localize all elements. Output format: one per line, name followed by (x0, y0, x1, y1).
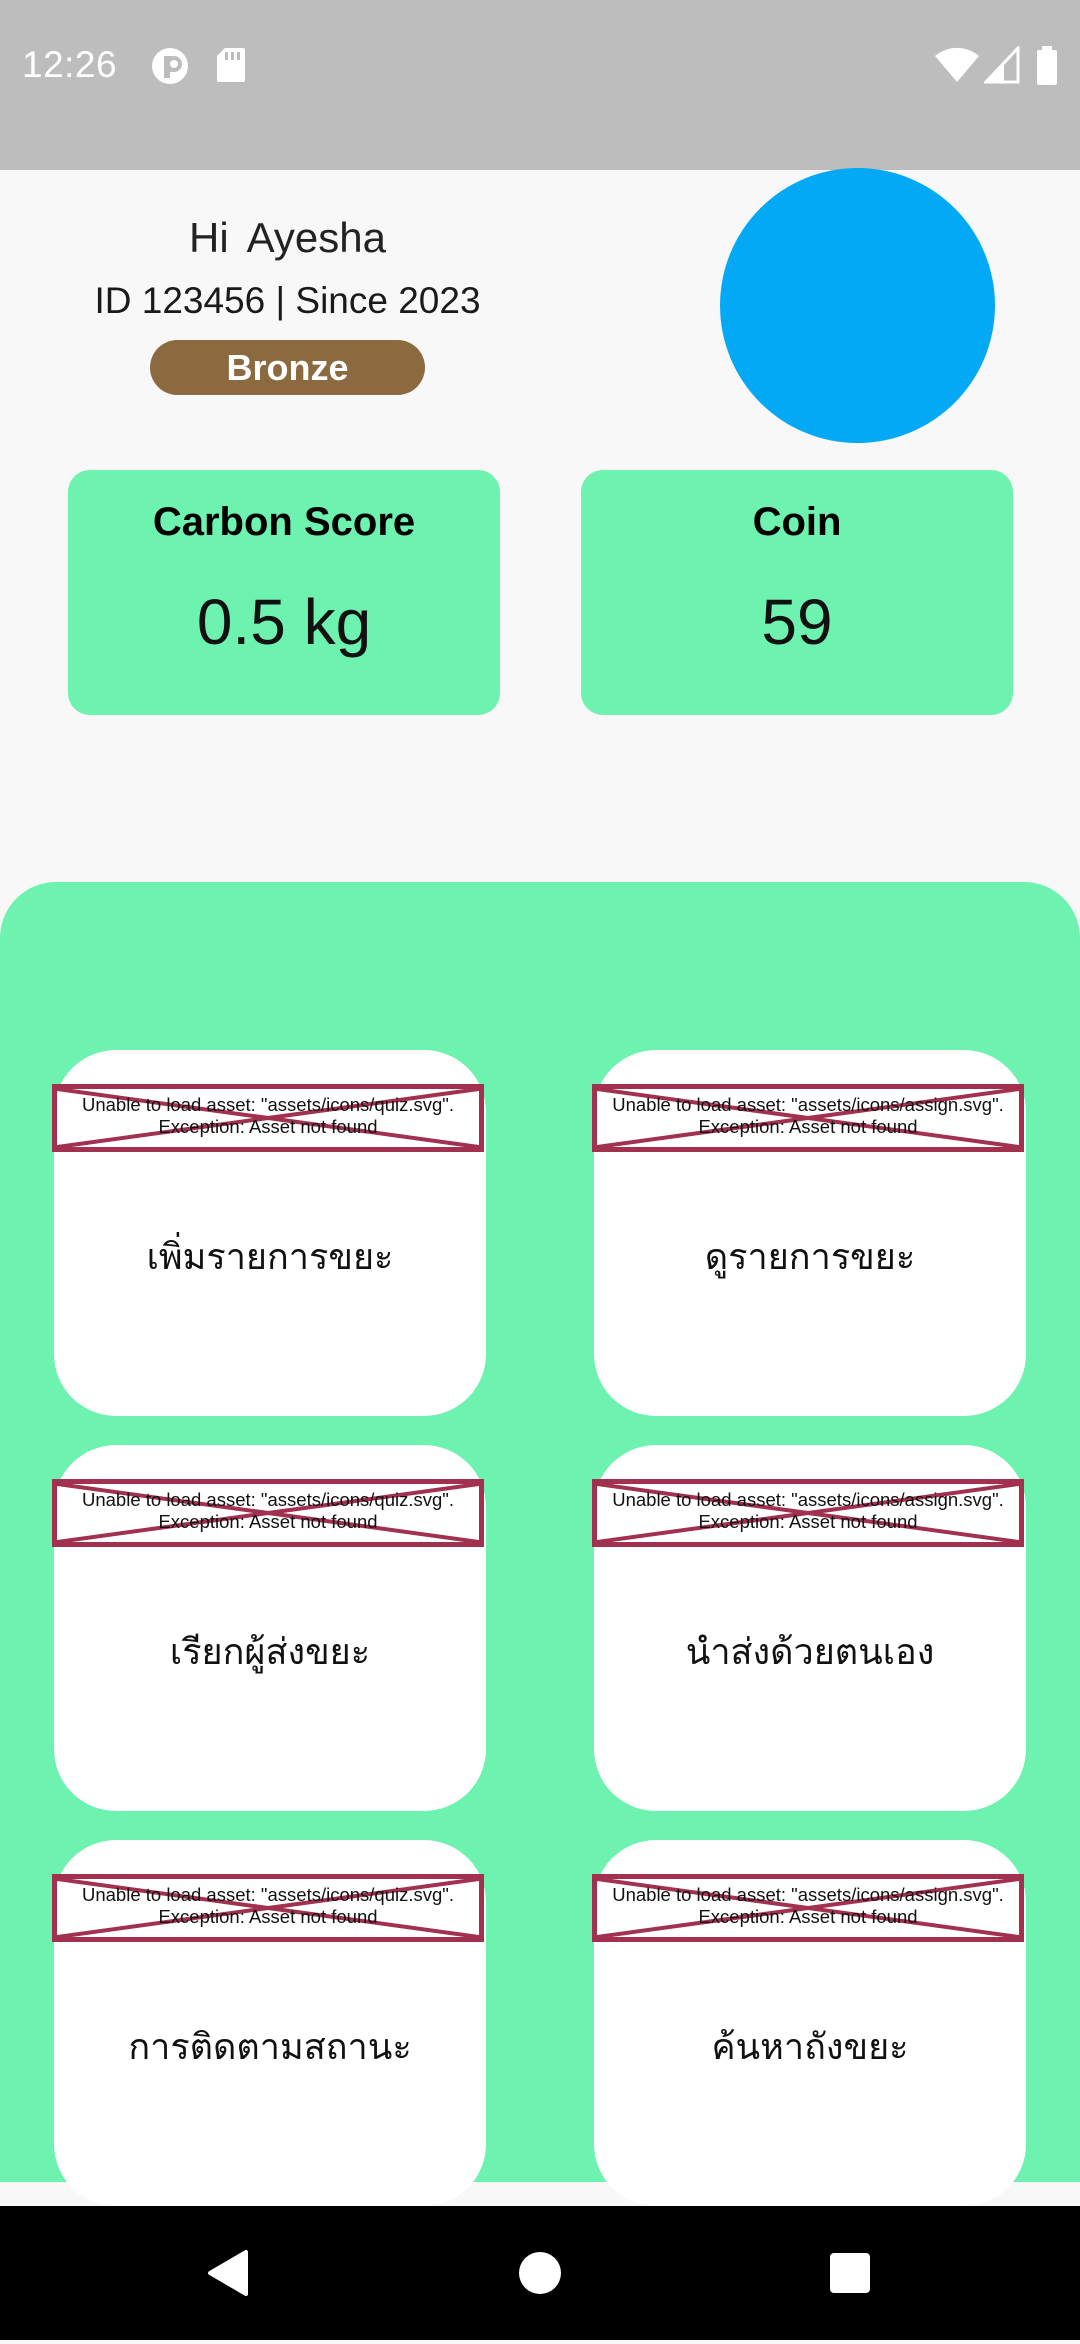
asset-error-text: Unable to load asset: "assets/icons/quiz… (81, 1884, 455, 1905)
navigation-bar (0, 2206, 1080, 2340)
status-time: 12:26 (22, 44, 118, 85)
avatar[interactable] (720, 168, 995, 443)
menu-tile-call-collector[interactable]: Unable to load asset: "assets/icons/quiz… (52, 1445, 486, 1811)
menu-panel: Unable to load asset: "assets/icons/quiz… (0, 882, 1080, 2206)
coin-label: Coin (752, 500, 842, 544)
greeting: Hi Ayesha (0, 214, 575, 262)
asset-error-exception: Exception: Asset not found (698, 1116, 918, 1137)
menu-tile-view-waste[interactable]: Unable to load asset: "assets/icons/assi… (592, 1050, 1026, 1416)
carbon-score-value: 0.5 kg (196, 586, 372, 658)
broken-image-icon: Unable to load asset: "assets/icons/quiz… (52, 1084, 484, 1152)
carbon-score-card[interactable]: Carbon Score 0.5 kg (68, 470, 500, 715)
status-bar: 12:26 (0, 0, 1080, 170)
asset-error-text: Unable to load asset: "assets/icons/quiz… (81, 1489, 455, 1510)
cell-signal-icon (982, 44, 1020, 88)
tile-label: นำส่งด้วยตนเอง (685, 1632, 935, 1673)
asset-error-text: Unable to load asset: "assets/icons/assi… (612, 1884, 1004, 1905)
broken-image-icon: Unable to load asset: "assets/icons/assi… (592, 1479, 1024, 1547)
back-icon[interactable] (166, 2206, 286, 2340)
broken-image-icon: Unable to load asset: "assets/icons/assi… (592, 1084, 1024, 1152)
menu-tile-find-bin[interactable]: Unable to load asset: "assets/icons/assi… (592, 1840, 1026, 2206)
tile-label: ดูรายการขยะ (704, 1237, 916, 1278)
tier-badge: Bronze (150, 340, 425, 395)
asset-error-exception: Exception: Asset not found (698, 1511, 918, 1532)
asset-error-exception: Exception: Asset not found (158, 1116, 378, 1137)
broken-image-icon: Unable to load asset: "assets/icons/quiz… (52, 1874, 484, 1942)
asset-error-text: Unable to load asset: "assets/icons/quiz… (81, 1094, 455, 1115)
asset-error-text: Unable to load asset: "assets/icons/assi… (612, 1094, 1004, 1115)
home-icon[interactable] (480, 2206, 600, 2340)
broken-image-icon: Unable to load asset: "assets/icons/quiz… (52, 1479, 484, 1547)
asset-error-text: Unable to load asset: "assets/icons/assi… (612, 1489, 1004, 1510)
coin-value: 59 (761, 586, 833, 658)
greeting-hi: Hi (188, 214, 229, 261)
menu-tile-status-tracking[interactable]: Unable to load asset: "assets/icons/quiz… (52, 1840, 486, 2206)
tile-label: ค้นหาถังขยะ (711, 2027, 909, 2068)
notification-app-icon (150, 46, 190, 90)
tile-label: เพิ่มรายการขยะ (146, 1237, 394, 1278)
battery-icon (1036, 46, 1058, 90)
recents-icon[interactable] (790, 2206, 910, 2340)
carbon-score-label: Carbon Score (152, 500, 416, 544)
asset-error-exception: Exception: Asset not found (158, 1906, 378, 1927)
user-name: Ayesha (246, 214, 386, 261)
wifi-icon (935, 46, 979, 88)
sd-card-icon (215, 46, 247, 88)
member-id-line: ID 123456 | Since 2023 (94, 280, 481, 321)
asset-error-exception: Exception: Asset not found (698, 1906, 918, 1927)
asset-error-exception: Exception: Asset not found (158, 1511, 378, 1532)
tile-label: การติดตามสถานะ (128, 2027, 412, 2068)
broken-image-icon: Unable to load asset: "assets/icons/assi… (592, 1874, 1024, 1942)
menu-tile-self-delivery[interactable]: Unable to load asset: "assets/icons/assi… (592, 1445, 1026, 1811)
menu-tile-add-waste[interactable]: Unable to load asset: "assets/icons/quiz… (52, 1050, 486, 1416)
tile-label: เรียกผู้ส่งขยะ (169, 1632, 371, 1673)
coin-card[interactable]: Coin 59 (581, 470, 1013, 715)
